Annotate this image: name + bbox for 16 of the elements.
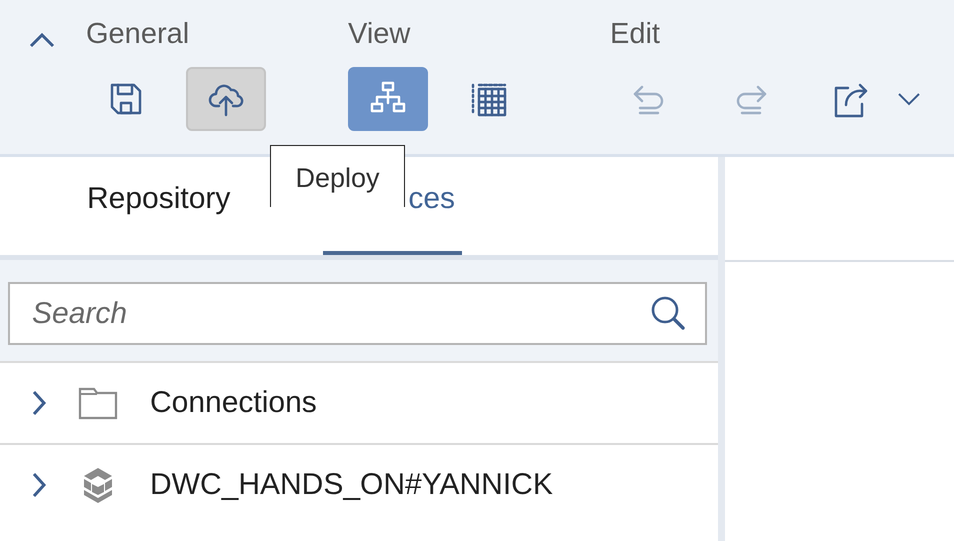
diagram-button[interactable] [348,67,428,131]
tab[interactable]: Repository [87,157,250,255]
tree-item-label[interactable]: DWC_HANDS_ON#YANNICK [150,468,553,502]
group-label: View [348,17,412,52]
tree-item-label[interactable]: Connections [150,386,317,420]
folder-icon [78,386,118,420]
group-label: Edit [610,17,661,52]
search-icon [649,294,687,332]
chevron-right-icon [30,471,48,499]
chevron-up-icon [28,31,56,49]
chevron-right-icon [30,389,48,417]
group-label: General [86,17,190,52]
search-field[interactable]: Search [8,282,707,345]
deploy-button[interactable] [186,67,266,131]
caret-icon [897,92,921,106]
tooltip: Deploy [270,145,405,207]
